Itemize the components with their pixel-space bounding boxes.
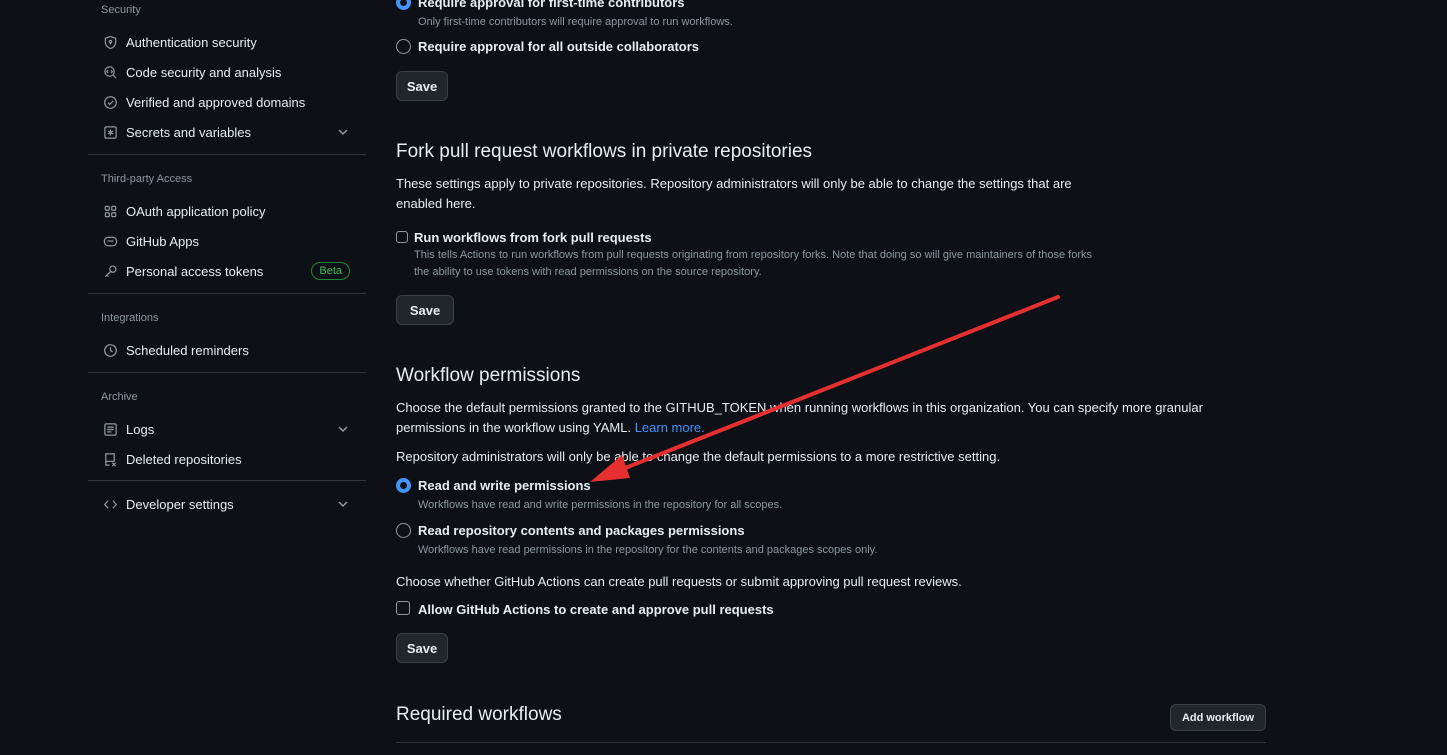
- sidebar-item-code-security[interactable]: Code security and analysis: [88, 57, 366, 87]
- sidebar-group-integrations: Integrations: [101, 312, 159, 324]
- sidebar-item-label: Developer settings: [126, 496, 234, 512]
- fork-description: These settings apply to private reposito…: [396, 174, 1156, 214]
- read-write-permissions-label: Read and write permissions: [418, 478, 591, 493]
- save-button[interactable]: Save: [396, 295, 454, 325]
- first-time-contributors-desc: Only first-time contributors will requir…: [418, 16, 733, 28]
- shield-lock-icon: [102, 34, 118, 50]
- sidebar-item-label: Authentication security: [126, 34, 257, 50]
- verified-icon: [102, 94, 118, 110]
- sidebar-divider: [88, 154, 366, 155]
- sidebar-item-personal-access-tokens[interactable]: Personal access tokens Beta: [88, 256, 366, 286]
- sidebar-item-logs[interactable]: Logs: [88, 414, 366, 444]
- sidebar-item-label: Personal access tokens: [126, 263, 264, 279]
- checkbox-allow-actions-create-prs[interactable]: [396, 601, 410, 615]
- chevron-down-icon: [336, 497, 350, 511]
- codescan-icon: [102, 64, 118, 80]
- read-permissions-label: Read repository contents and packages pe…: [418, 523, 745, 538]
- sidebar-divider: [88, 293, 366, 294]
- apps-icon: [102, 203, 118, 219]
- pull-request-note: Choose whether GitHub Actions can create…: [396, 574, 962, 589]
- beta-badge: Beta: [311, 262, 350, 280]
- repo-deleted-icon: [102, 451, 118, 467]
- workflow-permissions-desc-line: permissions in the workflow using YAML.: [396, 420, 632, 435]
- sidebar-item-label: Scheduled reminders: [126, 342, 249, 358]
- workflow-permissions-description: Choose the default permissions granted t…: [396, 398, 1266, 438]
- sidebar-item-label: OAuth application policy: [126, 203, 266, 219]
- radio-outside-collaborators[interactable]: [396, 39, 411, 54]
- save-button[interactable]: Save: [396, 633, 448, 663]
- sidebar-item-label: Secrets and variables: [126, 124, 252, 140]
- workflow-permissions-desc-line: Choose the default permissions granted t…: [396, 400, 1203, 415]
- allow-actions-create-prs-label: Allow GitHub Actions to create and appro…: [418, 602, 774, 617]
- clock-icon: [102, 342, 118, 358]
- run-fork-desc-line: the ability to use tokens with read perm…: [414, 266, 762, 278]
- run-fork-workflows-desc: This tells Actions to run workflows from…: [414, 247, 1174, 281]
- outside-collaborators-label: Require approval for all outside collabo…: [418, 39, 700, 54]
- sidebar-item-label: Verified and approved domains: [126, 94, 306, 110]
- chevron-down-icon: [336, 422, 350, 436]
- sidebar-group-third-party: Third-party Access: [101, 173, 193, 185]
- sidebar-item-verified-domains[interactable]: Verified and approved domains: [88, 87, 366, 117]
- add-workflow-button[interactable]: Add workflow: [1170, 704, 1266, 731]
- sidebar-item-github-apps[interactable]: GitHub Apps: [88, 226, 366, 256]
- sidebar-item-label: Code security and analysis: [126, 64, 282, 80]
- sidebar-item-scheduled-reminders[interactable]: Scheduled reminders: [88, 335, 366, 365]
- asterisk-icon: [102, 124, 118, 140]
- checkbox-run-fork-workflows[interactable]: [396, 231, 408, 243]
- radio-read-write-permissions[interactable]: [396, 478, 411, 493]
- run-fork-workflows-label: Run workflows from fork pull requests: [414, 230, 652, 245]
- code-icon: [102, 496, 118, 512]
- radio-first-time-contributors[interactable]: [396, 0, 411, 10]
- section-title-workflow-permissions: Workflow permissions: [396, 365, 581, 386]
- section-title-required-workflows: Required workflows: [396, 704, 562, 725]
- log-icon: [102, 421, 118, 437]
- sidebar-item-label: Deleted repositories: [126, 451, 242, 467]
- sidebar-item-oauth-policy[interactable]: OAuth application policy: [88, 196, 366, 226]
- chevron-down-icon: [336, 125, 350, 139]
- radio-read-permissions[interactable]: [396, 523, 411, 538]
- run-fork-desc-line: This tells Actions to run workflows from…: [414, 249, 1093, 261]
- section-title-fork-pr: Fork pull request workflows in private r…: [396, 141, 813, 162]
- sidebar-group-archive: Archive: [101, 391, 138, 403]
- admin-note: Repository administrators will only be a…: [396, 449, 1001, 464]
- save-button[interactable]: Save: [396, 71, 448, 101]
- read-permissions-desc: Workflows have read permissions in the r…: [418, 544, 878, 556]
- sidebar-item-deleted-repositories[interactable]: Deleted repositories: [88, 444, 366, 474]
- sidebar-item-authentication-security[interactable]: Authentication security: [88, 27, 366, 57]
- sidebar-item-label: GitHub Apps: [126, 233, 199, 249]
- sidebar-item-secrets-and-variables[interactable]: Secrets and variables: [88, 117, 366, 147]
- sidebar-group-security: Security: [101, 4, 141, 16]
- key-icon: [102, 263, 118, 279]
- read-write-permissions-desc: Workflows have read and write permission…: [418, 499, 783, 511]
- first-time-contributors-label: Require approval for first-time contribu…: [418, 0, 685, 10]
- sidebar-divider: [88, 480, 366, 481]
- sidebar-item-label: Logs: [126, 421, 155, 437]
- learn-more-link[interactable]: Learn more.: [635, 420, 705, 435]
- sidebar-divider: [88, 372, 366, 373]
- hubot-icon: [102, 233, 118, 249]
- fork-description-line: enabled here.: [396, 196, 476, 211]
- fork-description-line: These settings apply to private reposito…: [396, 176, 1072, 191]
- section-divider: [396, 742, 1266, 743]
- sidebar-item-developer-settings[interactable]: Developer settings: [88, 489, 366, 519]
